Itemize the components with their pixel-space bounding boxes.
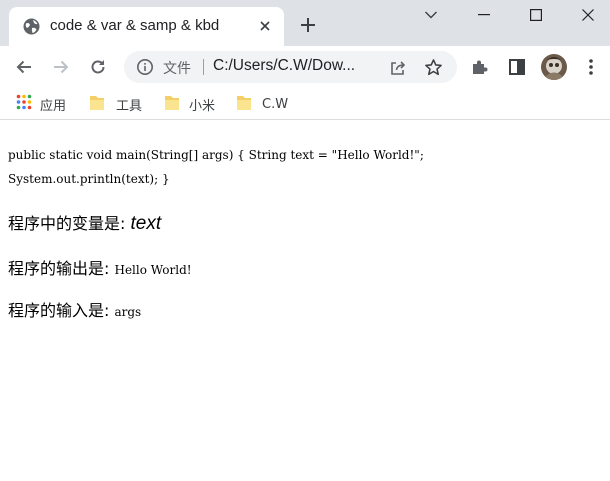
maximize-button[interactable] — [513, 0, 559, 30]
kbd-prefix: 程序的输入是: — [8, 301, 115, 320]
new-tab-button[interactable] — [296, 13, 320, 37]
kbd-paragraph: 程序的输入是: args — [8, 297, 141, 321]
browser-toolbar: 文件 C:/Users/C.W/Dow... — [0, 46, 610, 88]
tab-strip: code & var & samp & kbd — [0, 0, 610, 46]
forward-button[interactable] — [48, 54, 74, 80]
folder-icon — [89, 94, 105, 115]
minimize-button[interactable] — [461, 0, 507, 30]
address-divider — [203, 59, 204, 75]
bookmark-label: 工具 — [116, 98, 143, 114]
close-tab-icon[interactable] — [256, 17, 274, 35]
address-bar[interactable]: 文件 C:/Users/C.W/Dow... — [124, 51, 457, 83]
bookmark-label: C.W — [262, 96, 289, 112]
bookmark-folder-tools[interactable]: 工具 — [89, 94, 142, 114]
share-icon[interactable] — [387, 57, 409, 79]
bookmark-label: 应用 — [40, 98, 67, 114]
close-window-button[interactable] — [565, 0, 610, 30]
samp-value: Hello World! — [114, 263, 192, 277]
profile-avatar[interactable] — [541, 54, 567, 80]
extensions-puzzle-icon[interactable] — [467, 54, 493, 80]
active-tab[interactable]: code & var & samp & kbd — [9, 7, 284, 46]
url-text[interactable]: C:/Users/C.W/Dow... — [213, 57, 355, 75]
code-line-1: public static void main(String[] args) {… — [8, 148, 424, 162]
samp-paragraph: 程序的输出是: Hello World! — [8, 255, 192, 279]
var-paragraph: 程序中的变量是: text — [8, 210, 161, 235]
back-button[interactable] — [11, 54, 37, 80]
samp-prefix: 程序的输出是: — [8, 259, 115, 278]
bookmark-star-icon[interactable] — [422, 56, 444, 78]
bookmark-label: 小米 — [189, 98, 216, 114]
kbd-value: args — [114, 305, 142, 319]
folder-icon — [164, 94, 180, 115]
bookmarks-bar: 应用 工具 小米 C.W — [0, 88, 610, 120]
reload-button[interactable] — [85, 54, 111, 80]
side-panel-icon[interactable] — [504, 54, 530, 80]
bookmark-apps[interactable]: 应用 — [16, 94, 66, 114]
info-icon[interactable] — [136, 58, 154, 76]
tab-search-chevron-icon[interactable] — [408, 0, 454, 30]
bookmark-folder-cw[interactable]: C.W — [236, 94, 288, 114]
globe-icon — [23, 18, 40, 35]
code-line-2: System.out.println(text); } — [8, 172, 170, 186]
scheme-label: 文件 — [163, 61, 191, 77]
var-value: text — [130, 213, 162, 234]
more-menu-icon[interactable] — [578, 54, 604, 80]
tab-title: code & var & samp & kbd — [50, 17, 220, 34]
var-prefix: 程序中的变量是: — [8, 214, 131, 233]
apps-grid-icon — [16, 94, 32, 114]
folder-icon — [236, 94, 252, 115]
bookmark-folder-xiaomi[interactable]: 小米 — [164, 94, 215, 114]
